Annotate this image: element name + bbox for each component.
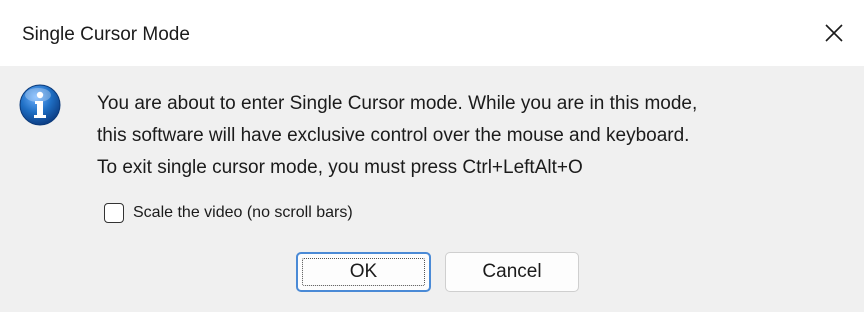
message-line-2: this software will have exclusive contro… xyxy=(97,125,690,146)
close-icon xyxy=(825,24,843,42)
title-bar: Single Cursor Mode xyxy=(0,0,864,66)
dialog-title: Single Cursor Mode xyxy=(22,24,190,45)
cancel-button-label: Cancel xyxy=(482,261,542,282)
message-line-1: You are about to enter Single Cursor mod… xyxy=(97,93,698,114)
single-cursor-dialog: Single Cursor Mode You are about to ente… xyxy=(0,0,864,312)
message-text: You are about to enter Single Cursor mod… xyxy=(97,88,697,184)
message-line-3: To exit single cursor mode, you must pre… xyxy=(97,157,583,178)
cancel-button[interactable]: Cancel xyxy=(445,252,579,292)
scale-video-option[interactable]: Scale the video (no scroll bars) xyxy=(104,203,353,223)
info-icon xyxy=(19,84,61,126)
ok-button[interactable]: OK xyxy=(296,252,431,292)
scale-video-checkbox[interactable] xyxy=(104,203,124,223)
focus-rectangle xyxy=(302,258,425,286)
close-button[interactable] xyxy=(804,0,864,66)
scale-video-label[interactable]: Scale the video (no scroll bars) xyxy=(133,204,353,222)
